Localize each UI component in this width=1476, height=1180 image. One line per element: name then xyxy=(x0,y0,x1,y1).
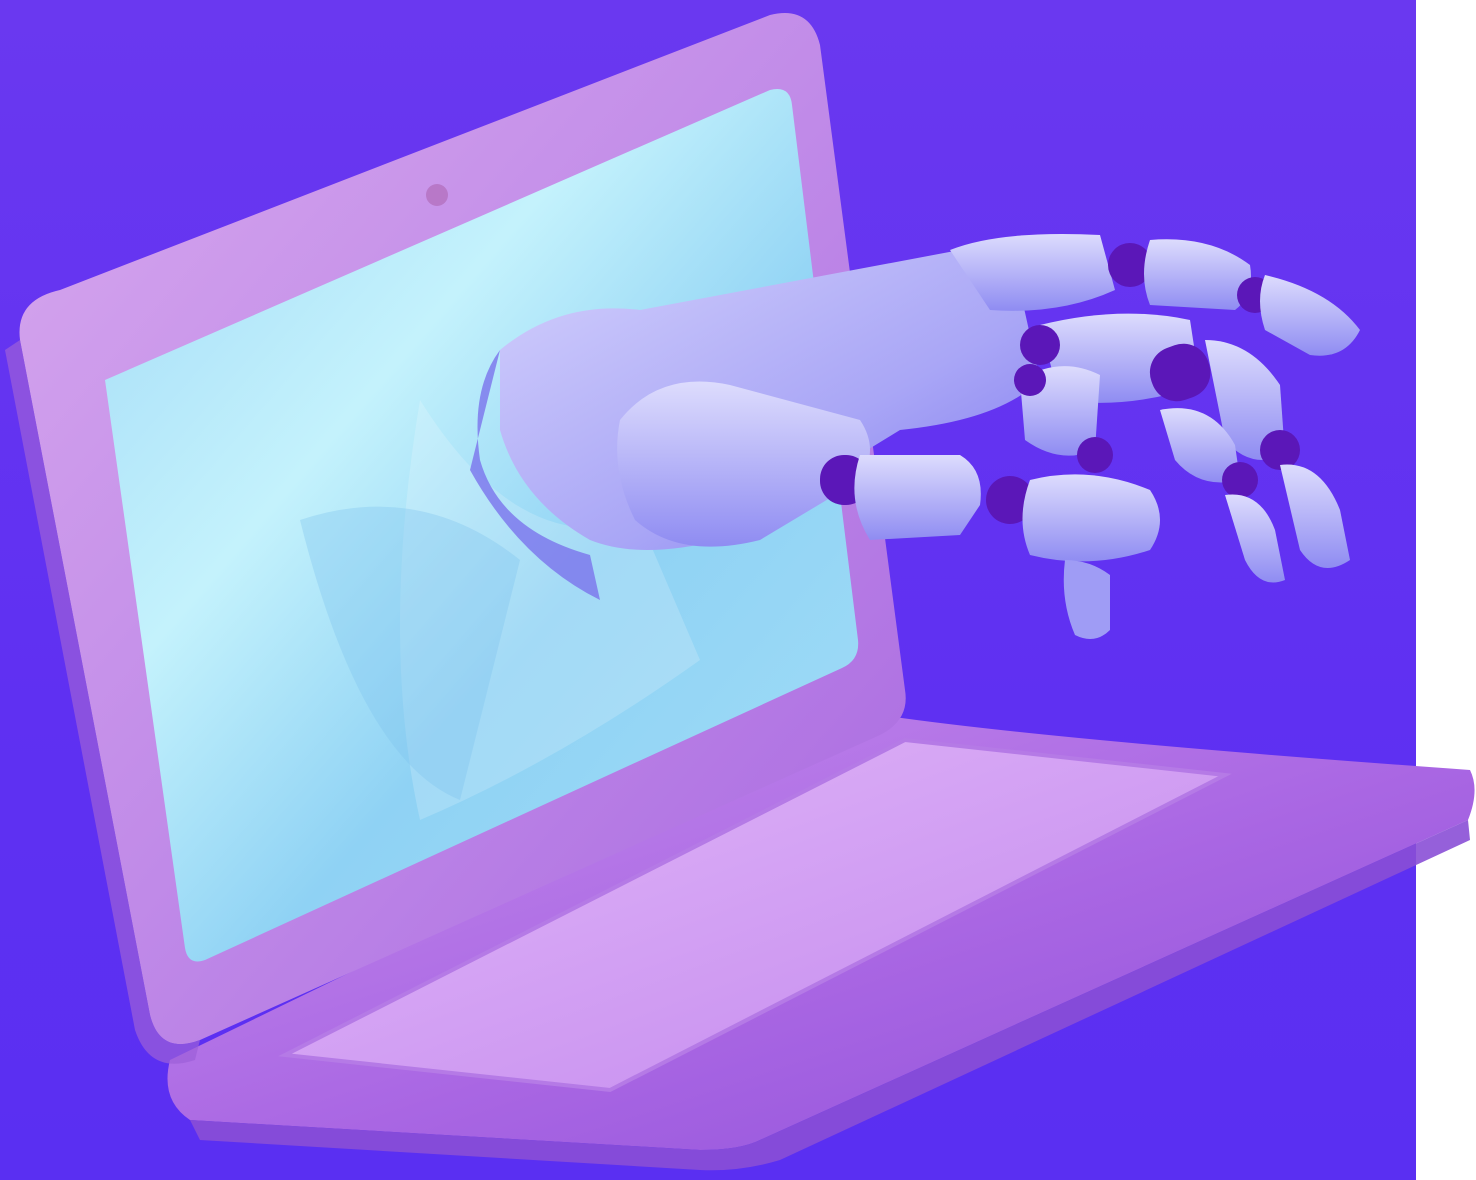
webcam-icon xyxy=(426,184,448,206)
laptop-robot-hand-art xyxy=(5,13,1475,1171)
illustration xyxy=(0,0,1476,1180)
